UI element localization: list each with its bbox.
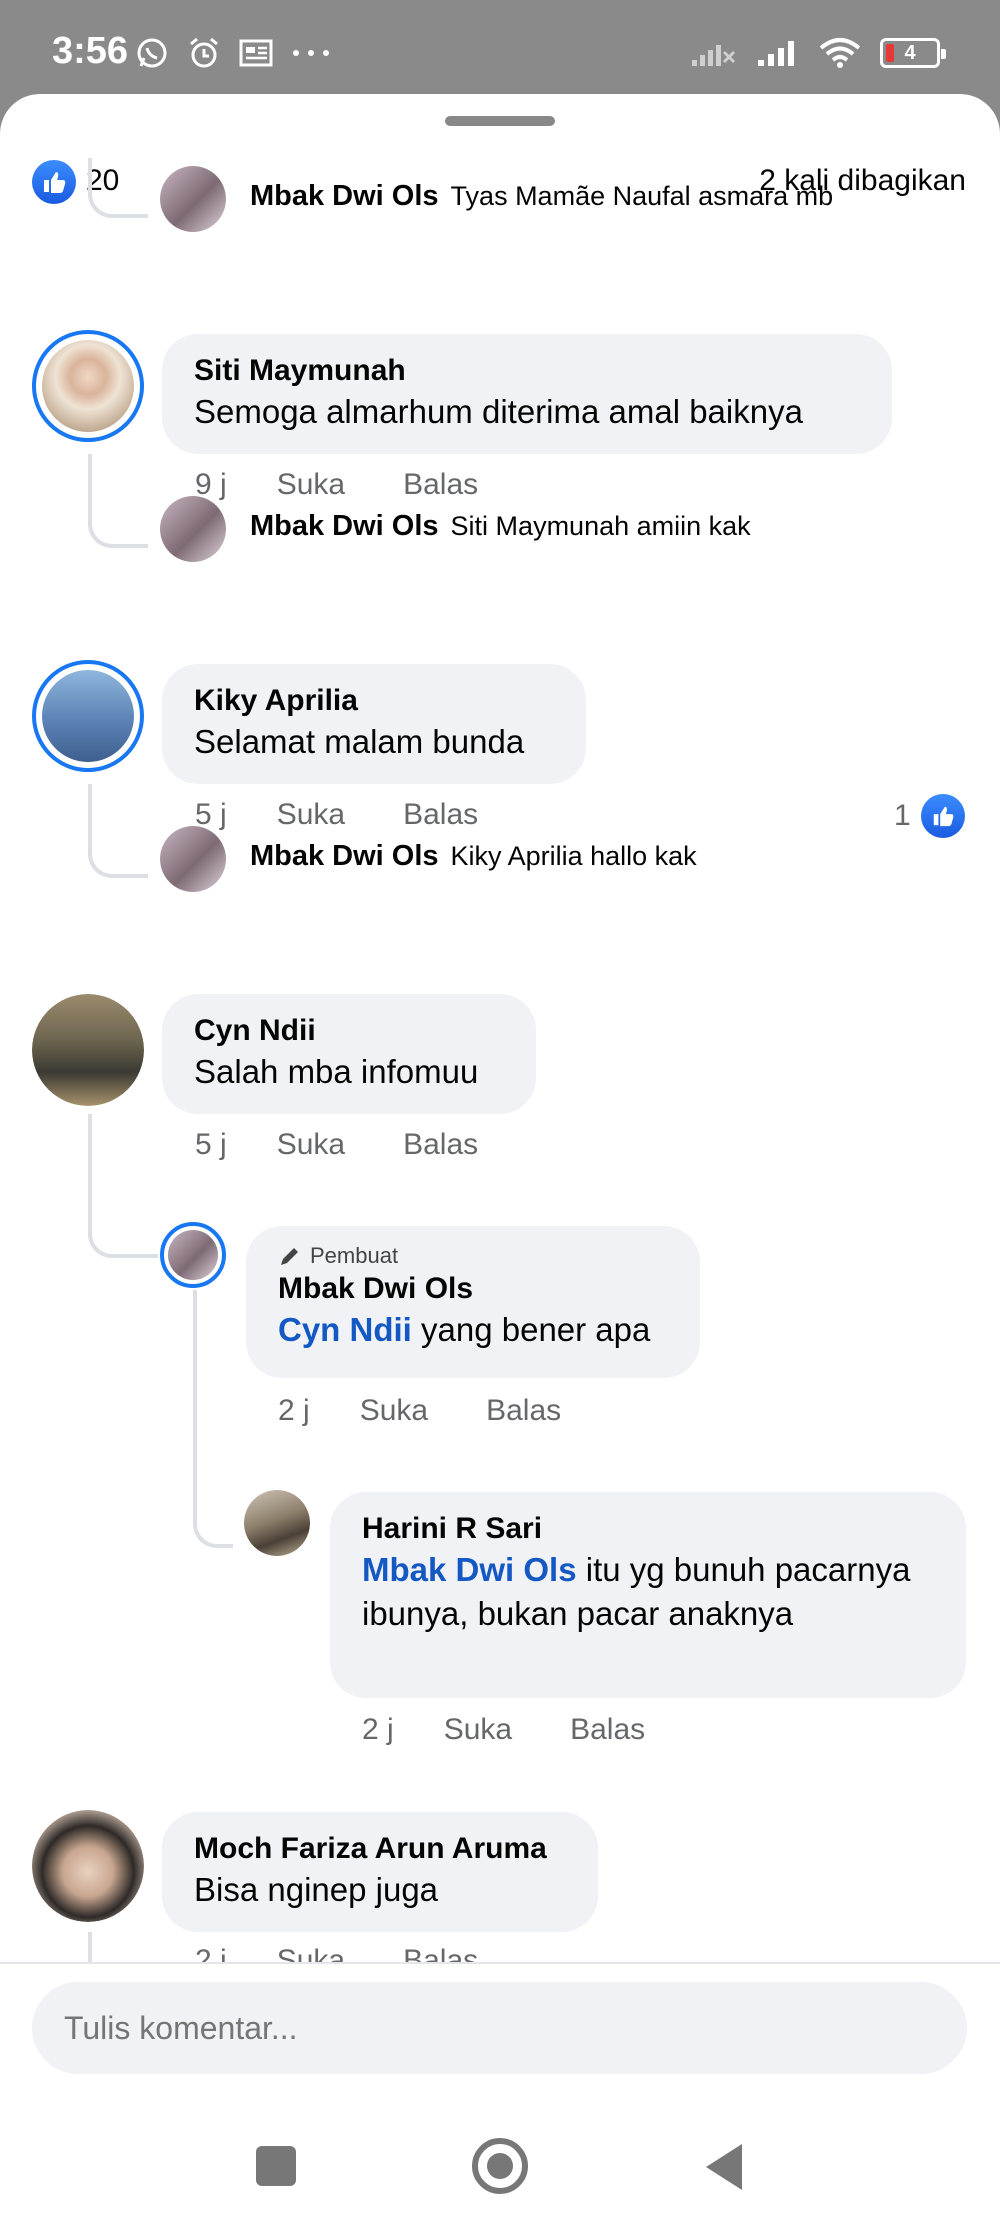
reaction-count: 1 xyxy=(894,799,911,832)
author-badge: Pembuat xyxy=(278,1242,668,1270)
thread-connector xyxy=(88,784,148,878)
mention-link[interactable]: Mbak Dwi Ols xyxy=(362,1551,577,1588)
like-button[interactable]: Suka xyxy=(360,1394,428,1428)
comment-author[interactable]: Siti Maymunah xyxy=(194,352,860,390)
back-button[interactable] xyxy=(702,2142,744,2192)
author-badge-label: Pembuat xyxy=(310,1243,399,1268)
reply-button[interactable]: Balas xyxy=(403,1128,478,1162)
comment-actions: 9 j Suka Balas xyxy=(195,468,536,502)
avatar[interactable] xyxy=(160,166,226,232)
comment-body: yang bener apa xyxy=(411,1311,651,1348)
status-icons-left xyxy=(135,36,331,70)
avatar[interactable] xyxy=(160,1222,226,1288)
comment-input[interactable] xyxy=(32,1982,967,2074)
comment-author[interactable]: Mbak Dwi Ols xyxy=(278,1270,668,1308)
comment-bubble[interactable]: Kiky Aprilia Selamat malam bunda xyxy=(162,664,586,784)
comment-author[interactable]: Harini R Sari xyxy=(362,1510,934,1548)
reply-text: Siti Maymunah amiin kak xyxy=(450,511,751,541)
like-reaction-icon[interactable] xyxy=(32,160,76,204)
reply-button[interactable]: Balas xyxy=(570,1713,645,1747)
reply-author[interactable]: Mbak Dwi Ols xyxy=(250,840,439,873)
reply-button[interactable]: Balas xyxy=(486,1394,561,1428)
thread-connector xyxy=(88,158,148,218)
home-button[interactable] xyxy=(472,2138,528,2194)
like-button[interactable]: Suka xyxy=(277,1944,345,1962)
reply-button[interactable]: Balas xyxy=(403,798,478,832)
wifi-icon xyxy=(819,38,861,68)
like-button[interactable]: Suka xyxy=(277,468,345,502)
comment-time: 2 j xyxy=(362,1713,394,1746)
comment-author[interactable]: Cyn Ndii xyxy=(194,1012,504,1050)
comment-text: Salah mba infomuu xyxy=(194,1053,479,1090)
reply-text: Kiky Aprilia hallo kak xyxy=(450,841,697,871)
comment-time: 2 j xyxy=(278,1394,310,1427)
reply-preview[interactable]: Mbak Dwi Ols Siti Maymunah amiin kak xyxy=(250,510,751,543)
like-reaction-icon xyxy=(920,794,965,838)
news-icon xyxy=(239,39,273,67)
comment-actions: 2 j Suka Balas xyxy=(195,1944,536,1962)
comment-composer[interactable] xyxy=(32,1982,967,2074)
reply-button[interactable]: Balas xyxy=(403,1944,478,1962)
reply-preview[interactable]: Mbak Dwi Ols Kiky Aprilia hallo kak xyxy=(250,840,697,873)
thread-connector xyxy=(193,1290,233,1548)
signal-icon xyxy=(758,41,794,66)
avatar[interactable] xyxy=(160,826,226,892)
comment-text: Mbak Dwi Ols itu yg bunuh pacarnya ibuny… xyxy=(362,1548,934,1636)
comment-bubble[interactable]: Harini R Sari Mbak Dwi Ols itu yg bunuh … xyxy=(330,1492,966,1698)
comment-time: 2 j xyxy=(195,1944,227,1962)
avatar[interactable] xyxy=(160,496,226,562)
avatar[interactable] xyxy=(32,330,144,442)
avatar[interactable] xyxy=(32,1810,144,1922)
comment-author[interactable]: Moch Fariza Arun Aruma xyxy=(194,1830,566,1868)
clock: 3:56 xyxy=(52,30,129,72)
reply-author[interactable]: Mbak Dwi Ols xyxy=(250,510,439,543)
comment-actions: 5 j Suka Balas xyxy=(195,798,536,832)
avatar[interactable] xyxy=(32,660,144,772)
status-bar: 3:56 4 xyxy=(0,0,1000,100)
divider xyxy=(0,1962,1000,1964)
reply-button[interactable]: Balas xyxy=(403,468,478,502)
comment-bubble[interactable]: Pembuat Mbak Dwi Ols Cyn Ndii yang bener… xyxy=(246,1226,700,1378)
thread-connector xyxy=(88,1932,92,1962)
like-button[interactable]: Suka xyxy=(277,798,345,832)
recents-button[interactable] xyxy=(256,2146,296,2186)
thread-connector xyxy=(88,454,148,548)
thread-connector xyxy=(88,1114,158,1258)
comments-sheet: 20 2 kali dibagikan Mbak Dwi Ols Tyas Ma… xyxy=(0,94,1000,2222)
comment-text: Bisa nginep juga xyxy=(194,1871,439,1908)
mention-link[interactable]: Cyn Ndii xyxy=(278,1311,412,1348)
alarm-icon xyxy=(190,37,218,68)
comment-bubble[interactable]: Moch Fariza Arun Aruma Bisa nginep juga xyxy=(162,1812,598,1932)
comment-actions: 5 j Suka Balas xyxy=(195,1128,536,1162)
drag-handle[interactable] xyxy=(445,116,555,126)
signal-icon xyxy=(692,45,736,66)
more-dots-icon xyxy=(293,50,329,56)
comment-text: Cyn Ndii yang bener apa xyxy=(278,1308,668,1352)
comment-actions: 2 j Suka Balas xyxy=(362,1713,703,1747)
reply-preview[interactable]: Mbak Dwi Ols Tyas Mamãe Naufal asmara mb xyxy=(250,180,833,213)
comment-author[interactable]: Kiky Aprilia xyxy=(194,682,554,720)
avatar[interactable] xyxy=(32,994,144,1106)
status-icons-right: 4 xyxy=(690,36,946,70)
system-nav-bar xyxy=(0,2124,1000,2222)
comment-time: 5 j xyxy=(195,1128,227,1161)
pencil-icon xyxy=(281,1248,298,1265)
comment-actions: 2 j Suka Balas xyxy=(278,1394,619,1428)
like-button[interactable]: Suka xyxy=(277,1128,345,1162)
comment-text: Selamat malam bunda xyxy=(194,723,525,760)
reaction-summary[interactable]: 1 xyxy=(894,794,965,838)
reply-text: Tyas Mamãe Naufal asmara mb xyxy=(450,181,834,211)
avatar[interactable] xyxy=(244,1490,310,1556)
like-button[interactable]: Suka xyxy=(444,1713,512,1747)
reply-author[interactable]: Mbak Dwi Ols xyxy=(250,180,439,213)
comment-text: Semoga almarhum diterima amal baiknya xyxy=(194,393,803,430)
comment-bubble[interactable]: Siti Maymunah Semoga almarhum diterima a… xyxy=(162,334,892,454)
battery-level: 4 xyxy=(904,41,916,64)
whatsapp-icon xyxy=(137,38,167,68)
comment-bubble[interactable]: Cyn Ndii Salah mba infomuu xyxy=(162,994,536,1114)
battery-icon: 4 xyxy=(880,38,946,68)
